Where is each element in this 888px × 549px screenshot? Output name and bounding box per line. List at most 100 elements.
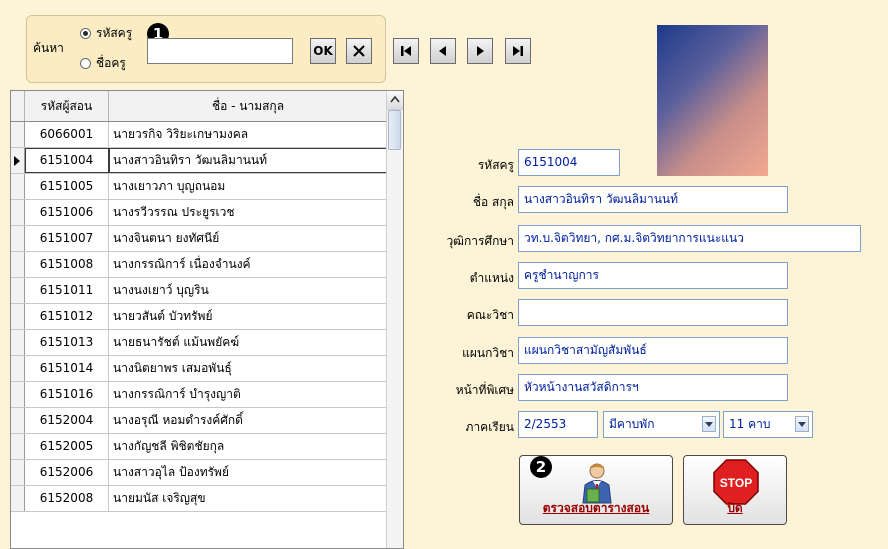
cell-teacher-code[interactable]: 6066001 [25,122,109,147]
table-row[interactable]: 6152004 นางอรุณี หอมดำรงค์ศักดิ์ [11,408,387,434]
cell-teacher-code[interactable]: 6151011 [25,278,109,303]
clear-button[interactable] [346,38,372,64]
grid-scrollbar[interactable] [386,91,403,548]
cell-teacher-code[interactable]: 6151007 [25,226,109,251]
table-row[interactable]: 6151011 นางนงเยาว์ บุญริน [11,278,387,304]
table-row[interactable]: 6151006 นางรวีวรรณ ประยูรเวช [11,200,387,226]
row-selector[interactable] [11,460,25,485]
faculty-label: คณะวิชา [466,308,514,322]
position-field[interactable]: ครูชำนาญการ [518,262,788,289]
table-row[interactable]: 6151004 นางสาวอินทิรา วัฒนลิมานนท์ [11,148,387,174]
semester-field[interactable]: 2/2553 [518,411,598,438]
cell-teacher-code[interactable]: 6152006 [25,460,109,485]
chevron-down-icon[interactable] [795,416,809,432]
teacher-grid[interactable]: รหัสผู้สอน ชื่อ - นามสกุล 6066001 นายวรกิ… [10,90,404,549]
table-row[interactable]: 6152006 นางสาวอุไล ป้องทรัพย์ [11,460,387,486]
cell-teacher-name[interactable]: นางเยาวภา บุญถนอม [109,174,387,199]
stop-sign-text: STOP [720,476,752,490]
cell-teacher-name[interactable]: นางจินตนา ยงทัศนีย์ [109,226,387,251]
cell-teacher-name[interactable]: นางรวีวรรณ ประยูรเวช [109,200,387,225]
cell-teacher-code[interactable]: 6152008 [25,486,109,511]
first-record-button[interactable] [393,38,419,64]
cell-teacher-name[interactable]: นางสาวอินทิรา วัฒนลิมานนท์ [109,148,387,173]
next-record-icon [477,46,484,56]
search-by-code-radio[interactable] [80,28,91,39]
table-row[interactable]: 6066001 นายวรกิจ วิริยะเกษามงคล [11,122,387,148]
row-selector[interactable] [11,486,25,511]
table-row[interactable]: 6152008 นายมนัส เจริญสุข [11,486,387,512]
cell-teacher-code[interactable]: 6151004 [25,148,109,173]
name-label: ชื่อ สกุล [472,195,514,209]
name-field[interactable]: นางสาวอินทิรา วัฒนลิมานนท์ [518,186,788,213]
row-selector[interactable] [11,226,25,251]
cell-teacher-name[interactable]: นางอรุณี หอมดำรงค์ศักดิ์ [109,408,387,433]
search-by-name-radio[interactable] [80,58,91,69]
last-record-icon [513,46,523,56]
search-by-name-label[interactable]: ชื่อครู [96,54,126,73]
break-option-select[interactable]: มีคาบพัก [603,411,720,438]
next-record-button[interactable] [467,38,493,64]
cell-teacher-code[interactable]: 6151013 [25,330,109,355]
ok-button[interactable]: OK [310,38,336,64]
teacher-photo [657,25,768,176]
row-selector[interactable] [11,174,25,199]
row-selector[interactable] [11,434,25,459]
cell-teacher-code[interactable]: 6152004 [25,408,109,433]
cell-teacher-name[interactable]: นายวรกิจ วิริยะเกษามงคล [109,122,387,147]
last-record-button[interactable] [505,38,531,64]
chevron-down-icon[interactable] [702,416,716,432]
table-row[interactable]: 6151008 นางกรรณิการ์ เนื่องจำนงค์ [11,252,387,278]
cell-teacher-name[interactable]: นายวสันต์ บัวทรัพย์ [109,304,387,329]
row-selector[interactable] [11,304,25,329]
row-selector[interactable] [11,408,25,433]
cell-teacher-code[interactable]: 6151008 [25,252,109,277]
cell-teacher-name[interactable]: นางกรรณิการ์ เนื่องจำนงค์ [109,252,387,277]
break-option-value: มีคาบพัก [609,417,655,431]
cell-teacher-code[interactable]: 6151005 [25,174,109,199]
close-button[interactable]: STOP ปิด [683,455,787,525]
cell-teacher-name[interactable]: นางกัญชลี พิชิตชัยกุล [109,434,387,459]
row-selector[interactable] [11,122,25,147]
teacher-search-window: ค้นหา รหัสครู ชื่อครู 1 OK รหัสผู้สอน ชื… [0,0,888,549]
cell-teacher-name[interactable]: นางสาวอุไล ป้องทรัพย์ [109,460,387,485]
cell-teacher-name[interactable]: นางกรรณิการ์ บำรุงญาติ [109,382,387,407]
education-field[interactable]: วท.บ.จิตวิทยา, กศ.ม.จิตวิทยาการแนะแนว [518,225,861,252]
close-label: ปิด [727,501,743,515]
column-header-code[interactable]: รหัสผู้สอน [25,91,109,121]
table-row[interactable]: 6151007 นางจินตนา ยงทัศนีย์ [11,226,387,252]
table-row[interactable]: 6151005 นางเยาวภา บุญถนอม [11,174,387,200]
cell-teacher-name[interactable]: นางนิตยาพร เสมอพันธุ์ [109,356,387,381]
cell-teacher-code[interactable]: 6151014 [25,356,109,381]
cell-teacher-name[interactable]: นายมนัส เจริญสุข [109,486,387,511]
cell-teacher-code[interactable]: 6151012 [25,304,109,329]
faculty-field[interactable] [518,299,788,326]
row-selector[interactable] [11,148,25,173]
row-selector[interactable] [11,330,25,355]
cell-teacher-name[interactable]: นายธนารัชต์ แม้นพยัคฆ์ [109,330,387,355]
row-selector[interactable] [11,200,25,225]
row-selector[interactable] [11,356,25,381]
column-header-name[interactable]: ชื่อ - นามสกุล [109,91,387,121]
table-row[interactable]: 6151016 นางกรรณิการ์ บำรุงญาติ [11,382,387,408]
periods-select[interactable]: 11 คาบ [723,411,813,438]
cell-teacher-code[interactable]: 6152005 [25,434,109,459]
cell-teacher-code[interactable]: 6151016 [25,382,109,407]
search-by-code-label[interactable]: รหัสครู [96,24,132,43]
table-row[interactable]: 6151014 นางนิตยาพร เสมอพันธุ์ [11,356,387,382]
special-duty-field[interactable]: หัวหน้างานสวัสดิการฯ [518,374,788,401]
row-selector[interactable] [11,252,25,277]
cell-teacher-name[interactable]: นางนงเยาว์ บุญริน [109,278,387,303]
scroll-thumb[interactable] [388,110,401,150]
row-selector[interactable] [11,278,25,303]
previous-record-button[interactable] [430,38,456,64]
search-label: ค้นหา [33,41,64,55]
row-selector[interactable] [11,382,25,407]
teacher-code-field[interactable]: 6151004 [518,149,620,176]
scroll-up-button[interactable] [387,91,403,110]
cell-teacher-code[interactable]: 6151006 [25,200,109,225]
table-row[interactable]: 6151012 นายวสันต์ บัวทรัพย์ [11,304,387,330]
search-input[interactable] [147,38,293,64]
table-row[interactable]: 6151013 นายธนารัชต์ แม้นพยัคฆ์ [11,330,387,356]
department-field[interactable]: แผนกวิชาสามัญสัมพันธ์ [518,337,788,364]
table-row[interactable]: 6152005 นางกัญชลี พิชิตชัยกุล [11,434,387,460]
